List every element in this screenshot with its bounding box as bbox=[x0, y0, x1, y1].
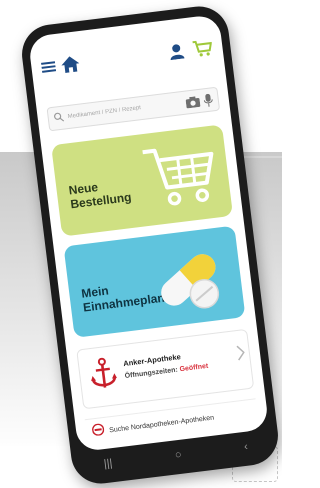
search-input[interactable] bbox=[67, 100, 183, 121]
header-left bbox=[40, 55, 81, 76]
intake-plan-card[interactable]: Mein Einnahmeplan bbox=[63, 225, 246, 338]
user-icon[interactable] bbox=[168, 42, 186, 61]
no-entry-icon bbox=[91, 422, 105, 441]
scene: Neue Bestellung bbox=[0, 0, 282, 488]
new-order-label: Neue Bestellung bbox=[68, 176, 132, 211]
new-order-card[interactable]: Neue Bestellung bbox=[51, 124, 234, 237]
app-screen: Neue Bestellung bbox=[27, 13, 270, 453]
camera-icon[interactable] bbox=[185, 95, 201, 108]
recents-button[interactable]: ||| bbox=[103, 457, 113, 470]
hamburger-icon[interactable] bbox=[40, 60, 57, 74]
pharmacy-name: Anker-Apotheke bbox=[122, 352, 182, 369]
search-bar bbox=[46, 86, 221, 132]
shopping-cart-icon bbox=[140, 137, 222, 216]
find-pharmacies-label: Suche Nordapotheken-Apotheken bbox=[108, 414, 215, 434]
home-button[interactable]: ○ bbox=[174, 449, 182, 462]
anchor-icon bbox=[88, 356, 119, 398]
cart-icon[interactable] bbox=[191, 38, 213, 58]
opening-status: Geöffnet bbox=[179, 362, 209, 374]
app-header bbox=[40, 33, 214, 82]
chevron-right-icon[interactable] bbox=[236, 344, 246, 366]
opening-hours-label: Öffnungszeiten: bbox=[124, 366, 179, 381]
pharmacy-row[interactable]: Anker-Apotheke Öffnungszeiten: Geöffnet bbox=[76, 328, 255, 410]
pill-icon bbox=[146, 239, 235, 325]
header-right bbox=[168, 38, 214, 61]
microphone-icon[interactable] bbox=[203, 93, 214, 107]
home-icon[interactable] bbox=[60, 55, 80, 74]
back-button[interactable]: ‹ bbox=[243, 441, 248, 453]
search-icon bbox=[53, 109, 65, 128]
